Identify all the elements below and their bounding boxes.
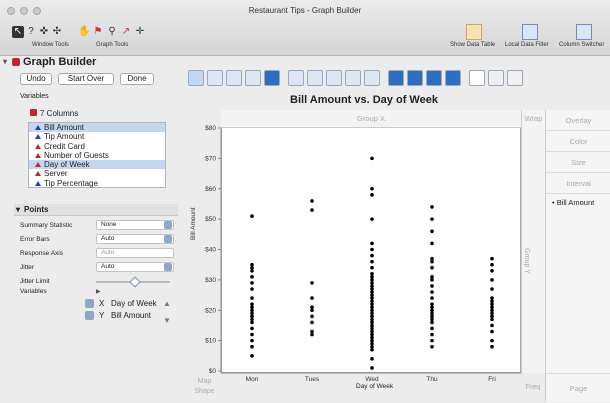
data-point[interactable]: [370, 156, 374, 161]
y-tick-label: $30: [205, 277, 216, 284]
data-point[interactable]: [370, 186, 374, 191]
data-point[interactable]: [490, 344, 494, 349]
data-point[interactable]: [310, 320, 314, 325]
y-tick-label: $0: [209, 368, 217, 375]
data-point[interactable]: [250, 344, 254, 349]
data-point[interactable]: [490, 256, 494, 261]
data-point[interactable]: [490, 278, 494, 282]
data-point[interactable]: [430, 302, 434, 306]
y-tick-label: $80: [205, 125, 216, 132]
x-tick-label: Mon: [246, 376, 259, 383]
data-point[interactable]: [430, 296, 434, 300]
graph-builder-window: Restaurant Tips - Graph Builder ↖ ? ✜ ✣ …: [0, 0, 610, 402]
data-point[interactable]: [310, 208, 314, 212]
data-point[interactable]: [250, 302, 254, 306]
x-tick-label: Tues: [305, 376, 320, 383]
data-point[interactable]: [250, 275, 254, 279]
data-point[interactable]: [250, 287, 254, 291]
data-point[interactable]: [490, 338, 494, 343]
data-point[interactable]: [430, 332, 434, 337]
data-point[interactable]: [370, 193, 374, 197]
data-point[interactable]: [490, 329, 494, 334]
data-point[interactable]: [310, 296, 314, 300]
data-point[interactable]: [430, 290, 434, 294]
x-tick-label: Wed: [365, 376, 379, 383]
data-point[interactable]: [430, 284, 434, 288]
data-point[interactable]: [430, 205, 434, 209]
data-point[interactable]: [430, 344, 434, 349]
data-point[interactable]: [310, 314, 314, 319]
data-point[interactable]: [370, 366, 374, 370]
data-point[interactable]: [250, 332, 254, 337]
data-point[interactable]: [310, 199, 314, 203]
x-tick-label: Fri: [488, 376, 496, 383]
data-point[interactable]: [250, 296, 254, 300]
data-point[interactable]: [490, 296, 494, 300]
data-point[interactable]: [430, 229, 434, 234]
data-point[interactable]: [250, 354, 254, 358]
x-tick-label: Thu: [426, 376, 438, 383]
data-point[interactable]: [370, 247, 374, 252]
data-point[interactable]: [310, 305, 314, 310]
data-point[interactable]: [490, 287, 494, 291]
y-tick-label: $50: [205, 216, 216, 223]
data-point[interactable]: [310, 281, 314, 285]
data-point[interactable]: [250, 326, 254, 331]
y-tick-label: $10: [205, 338, 216, 345]
data-point[interactable]: [370, 272, 374, 276]
data-point[interactable]: [250, 262, 254, 267]
data-point[interactable]: [310, 329, 314, 334]
data-point[interactable]: [430, 265, 434, 270]
data-point[interactable]: [370, 253, 374, 258]
data-point[interactable]: [430, 256, 434, 261]
data-point[interactable]: [430, 275, 434, 279]
data-point[interactable]: [370, 357, 374, 361]
data-point[interactable]: [430, 338, 434, 343]
data-point[interactable]: [370, 259, 374, 264]
data-point[interactable]: [490, 268, 494, 273]
data-point[interactable]: [250, 214, 254, 218]
y-tick-label: $40: [205, 247, 216, 254]
data-point[interactable]: [370, 217, 374, 221]
data-point[interactable]: [250, 281, 254, 285]
data-point[interactable]: [430, 241, 434, 246]
data-point[interactable]: [370, 241, 374, 246]
chart-svg: $0 $10 $20 $30 $40 $50 $60 $70 $80 Mon Tues Wed Thu F…: [205, 125, 521, 383]
y-tick-label: $60: [205, 186, 216, 193]
y-tick-label: $70: [205, 155, 216, 162]
data-point[interactable]: [430, 326, 434, 331]
data-point[interactable]: [490, 323, 494, 328]
data-point[interactable]: [490, 262, 494, 267]
y-tick-label: $20: [205, 307, 216, 314]
data-point[interactable]: [250, 338, 254, 343]
data-point[interactable]: [370, 265, 374, 270]
data-point[interactable]: [430, 217, 434, 221]
